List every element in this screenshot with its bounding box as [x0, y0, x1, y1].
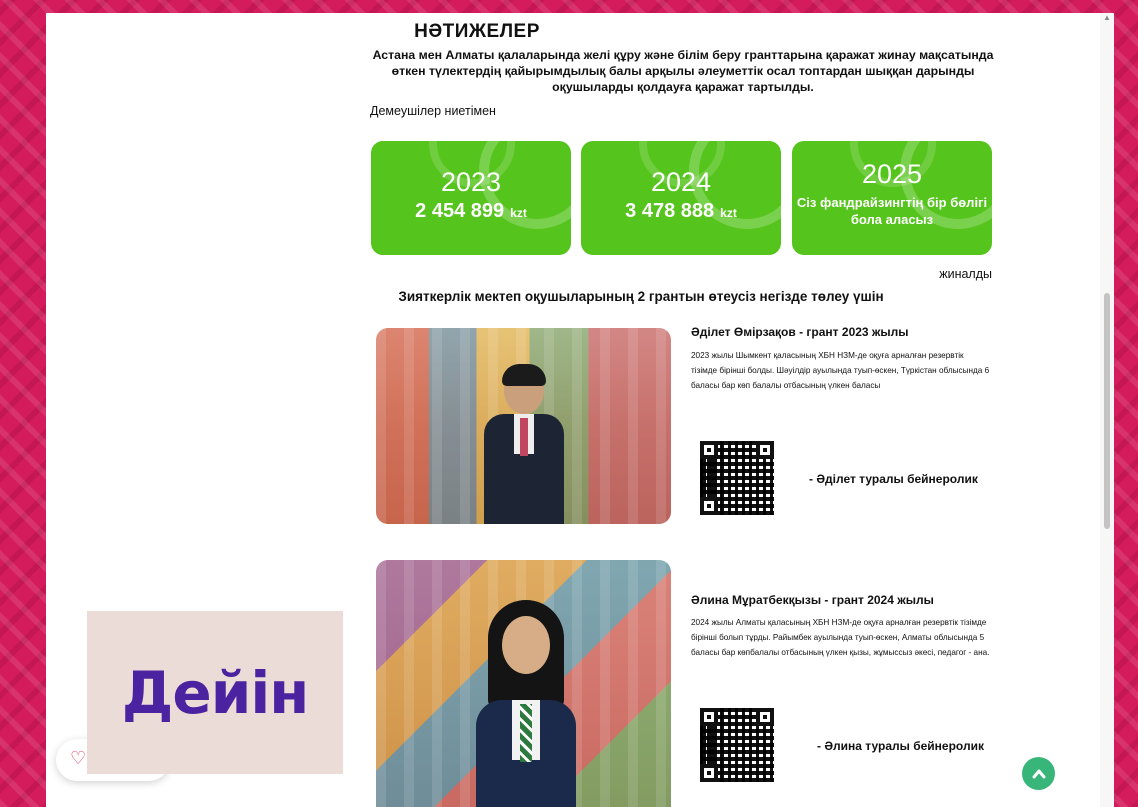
qr-code[interactable] [700, 708, 774, 782]
heart-icon[interactable]: ♡ [70, 748, 86, 769]
student-name: Әлина Мұратбекқызы - грант 2024 жылы [691, 593, 934, 607]
scrollbar[interactable]: ▲ [1100, 13, 1114, 807]
card-amount-value: 2 454 899 [415, 200, 505, 222]
scroll-to-top-button[interactable] [1022, 757, 1055, 790]
chevron-up-icon [1032, 769, 1045, 778]
scrollbar-thumb[interactable] [1104, 293, 1110, 529]
card-currency: kzt [720, 206, 737, 220]
scroll-up-arrow-icon[interactable]: ▲ [1103, 13, 1111, 22]
qr-code[interactable] [700, 441, 774, 515]
video-link[interactable]: - Әлина туралы бейнеролик [817, 739, 984, 753]
card-amount: 3 478 888 kzt [581, 200, 781, 223]
results-intro: Астана мен Алматы қалаларында желі құру … [372, 48, 994, 94]
student-photo-alina [376, 560, 671, 807]
collected-label: жиналды [939, 267, 992, 281]
results-heading: НӘТИЖЕЛЕР [414, 21, 540, 42]
card-year: 2025 [861, 159, 923, 189]
fundraising-card-2025: 2025 Сіз фандрайзингтің бір бөлігі бола … [792, 141, 992, 255]
fundraising-card-2023: 2023 2 454 899 kzt [371, 141, 571, 255]
video-link[interactable]: - Әділет туралы бейнеролик [809, 472, 978, 486]
card-note: Сіз фандрайзингтің бір бөлігі бола аласы… [796, 195, 988, 227]
card-amount: 2 454 899 kzt [371, 200, 571, 223]
fundraising-card-2024: 2024 3 478 888 kzt [581, 141, 781, 255]
student-figure [484, 364, 564, 524]
grant-subtitle: Зияткерлік мектеп оқушыларының 2 грантын… [398, 289, 884, 304]
student-figure [476, 600, 576, 807]
student-photo-adilet [376, 328, 671, 524]
student-description: 2023 жылы Шымкент қаласының ХБН НЗМ-де о… [691, 351, 990, 390]
card-year: 2023 [440, 167, 502, 197]
card-amount-value: 3 478 888 [625, 200, 715, 222]
student-name: Әділет Өмірзақов - грант 2023 жылы [691, 325, 909, 339]
student-description: 2024 жылы Алматы қаласының ХБН НЗМ-де оқ… [691, 618, 990, 657]
card-year: 2024 [650, 167, 712, 197]
promo-banner[interactable]: Дейін [87, 611, 343, 774]
sponsors-label: Демеушілер ниетімен [370, 104, 496, 118]
card-currency: kzt [510, 206, 527, 220]
promo-text: Дейін [121, 658, 310, 727]
